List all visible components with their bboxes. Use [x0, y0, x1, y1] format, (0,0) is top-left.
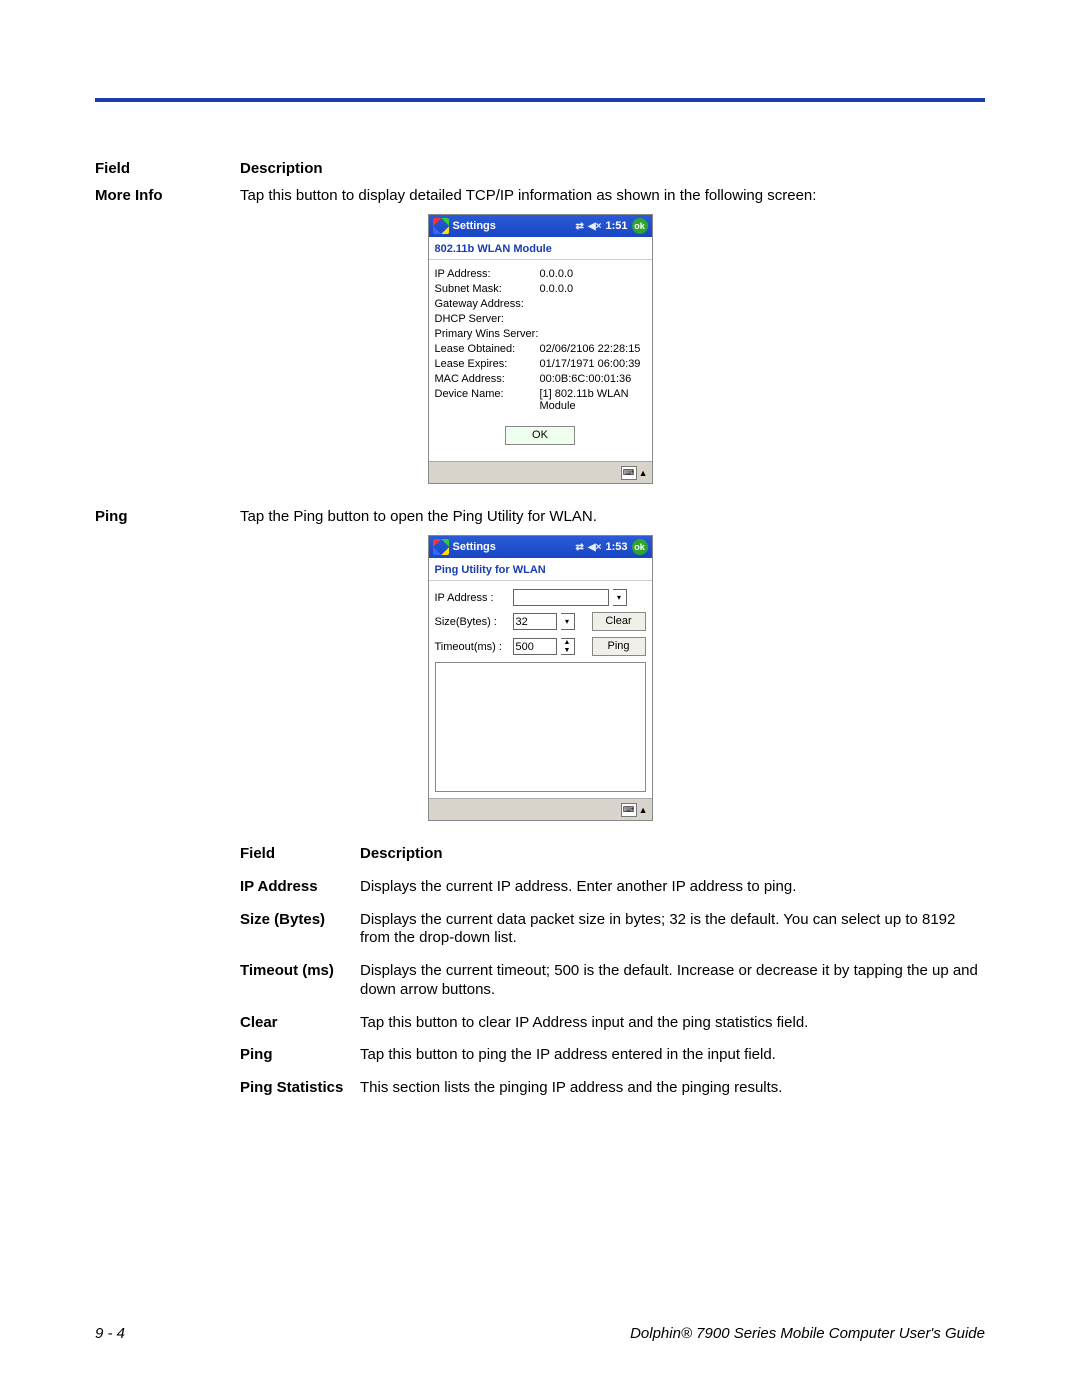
- sound-icon[interactable]: ◀×: [588, 221, 602, 232]
- dh-v: [540, 313, 646, 325]
- ping-title: Settings: [453, 541, 496, 553]
- table-row: Ping: [240, 1046, 360, 1065]
- table-row: Tap this button to clear IP Address inpu…: [360, 1014, 985, 1033]
- ping-button[interactable]: Ping: [592, 637, 646, 656]
- windows-logo-icon[interactable]: [433, 539, 449, 555]
- timeout-spinner[interactable]: ▲ ▼: [561, 638, 575, 655]
- ip-k: IP Address:: [435, 268, 540, 280]
- sip-arrow-icon[interactable]: ▲: [639, 468, 648, 478]
- table-row: Timeout (ms): [240, 962, 360, 1000]
- moreinfo-desc: Tap this button to display detailed TCP/…: [240, 187, 985, 204]
- ping-time: 1:53: [605, 541, 627, 553]
- ip-v: 0.0.0.0: [540, 268, 646, 280]
- spin-down-icon[interactable]: ▼: [561, 647, 574, 655]
- connectivity-icon[interactable]: ⇄: [576, 221, 584, 232]
- col-header-field: Field: [95, 160, 240, 177]
- timeout-input[interactable]: [513, 638, 557, 655]
- ip-input[interactable]: [513, 589, 609, 606]
- dh-k: DHCP Server:: [435, 313, 540, 325]
- gw-v: [540, 298, 646, 310]
- size-label: Size(Bytes) :: [435, 616, 513, 628]
- clear-button[interactable]: Clear: [592, 612, 646, 631]
- le-k: Lease Expires:: [435, 358, 540, 370]
- subheader-desc: Description: [360, 845, 985, 864]
- ping-results-box: [435, 662, 646, 792]
- mac-k: MAC Address:: [435, 373, 540, 385]
- header-rule: [95, 98, 985, 102]
- lo-v: 02/06/2106 22:28:15: [540, 343, 646, 355]
- col-header-desc: Description: [240, 160, 985, 177]
- spin-up-icon[interactable]: ▲: [561, 639, 574, 647]
- ping-titlebar: Settings ⇄ ◀× 1:53 ok: [429, 536, 652, 558]
- sm-v: 0.0.0.0: [540, 283, 646, 295]
- pw-k: Primary Wins Server:: [435, 328, 540, 340]
- wlan-titlebar: Settings ⇄ ◀× 1:51 ok: [429, 215, 652, 237]
- table-row: IP Address: [240, 878, 360, 897]
- mac-v: 00:0B:6C:00:01:36: [540, 373, 646, 385]
- ok-button[interactable]: OK: [505, 426, 575, 445]
- pw-v: [540, 328, 646, 340]
- table-row: Ping Statistics: [240, 1079, 360, 1098]
- wlan-time: 1:51: [605, 220, 627, 232]
- moreinfo-field: More Info: [95, 187, 240, 204]
- table-row: Tap this button to ping the IP address e…: [360, 1046, 985, 1065]
- page-number: 9 - 4: [95, 1325, 125, 1342]
- ping-window: Settings ⇄ ◀× 1:53 ok Ping Utility for W…: [428, 535, 653, 821]
- gw-k: Gateway Address:: [435, 298, 540, 310]
- dn-k: Device Name:: [435, 388, 540, 412]
- ping-fields-table: Field Description IP AddressDisplays the…: [240, 845, 985, 1098]
- keyboard-icon[interactable]: ⌨: [621, 466, 637, 480]
- sm-k: Subnet Mask:: [435, 283, 540, 295]
- table-row: Displays the current data packet size in…: [360, 911, 985, 949]
- table-row: Clear: [240, 1014, 360, 1033]
- ip-label: IP Address :: [435, 592, 513, 604]
- wlan-title: Settings: [453, 220, 496, 232]
- ping-field: Ping: [95, 508, 240, 525]
- dn-v: [1] 802.11b WLAN Module: [540, 388, 646, 412]
- ip-dropdown-icon[interactable]: ▾: [613, 589, 627, 606]
- size-dropdown-icon[interactable]: ▾: [561, 613, 575, 630]
- sip-arrow-icon[interactable]: ▲: [639, 805, 648, 815]
- ping-subtitle: Ping Utility for WLAN: [429, 558, 652, 581]
- lo-k: Lease Obtained:: [435, 343, 540, 355]
- timeout-label: Timeout(ms) :: [435, 641, 513, 653]
- size-input[interactable]: [513, 613, 557, 630]
- le-v: 01/17/1971 06:00:39: [540, 358, 646, 370]
- wlan-details-window: Settings ⇄ ◀× 1:51 ok 802.11b WLAN Modul…: [428, 214, 653, 484]
- subheader-field: Field: [240, 845, 360, 864]
- wlan-subtitle: 802.11b WLAN Module: [429, 237, 652, 260]
- ok-circle-button[interactable]: ok: [632, 539, 648, 555]
- table-row: Displays the current IP address. Enter a…: [360, 878, 985, 897]
- ok-circle-button[interactable]: ok: [632, 218, 648, 234]
- table-row: This section lists the pinging IP addres…: [360, 1079, 985, 1098]
- table-row: Displays the current timeout; 500 is the…: [360, 962, 985, 1000]
- ping-desc: Tap the Ping button to open the Ping Uti…: [240, 508, 985, 525]
- windows-logo-icon[interactable]: [433, 218, 449, 234]
- table-row: Size (Bytes): [240, 911, 360, 949]
- document-title: Dolphin® 7900 Series Mobile Computer Use…: [630, 1325, 985, 1342]
- sound-icon[interactable]: ◀×: [588, 542, 602, 553]
- connectivity-icon[interactable]: ⇄: [576, 542, 584, 553]
- keyboard-icon[interactable]: ⌨: [621, 803, 637, 817]
- content: Field Description More Info Tap this but…: [95, 160, 985, 1098]
